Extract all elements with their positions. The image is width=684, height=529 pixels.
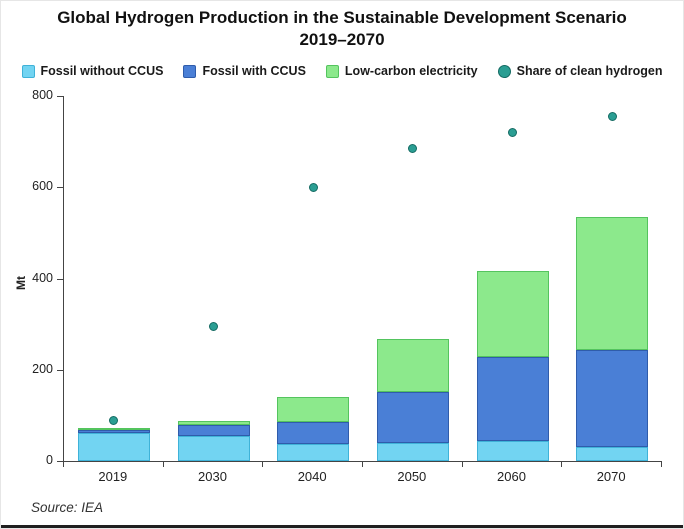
bar-segment-fossil-with-ccus [377, 392, 449, 443]
y-tick-label: 600 [17, 179, 53, 193]
chart-title: Global Hydrogen Production in the Sustai… [1, 7, 683, 52]
bar-segment-fossil-without-ccus [576, 447, 648, 461]
legend-item-fossil-without-ccus: Fossil without CCUS [22, 64, 164, 78]
scatter-dot-share-of-clean-hydrogen [109, 416, 118, 425]
legend-label-low-carbon-electricity: Low-carbon electricity [345, 64, 478, 78]
chart-title-line2: 2019–2070 [1, 29, 683, 51]
bar-segment-fossil-without-ccus [277, 444, 349, 461]
x-tick-label-2019: 2019 [68, 469, 158, 484]
bar-segment-fossil-without-ccus [477, 441, 549, 461]
legend-swatch-fossil-without-ccus-icon [22, 65, 35, 78]
chart-figure: Global Hydrogen Production in the Sustai… [0, 0, 684, 529]
legend-item-fossil-with-ccus: Fossil with CCUS [183, 64, 305, 78]
bar-segment-fossil-with-ccus [277, 422, 349, 444]
x-tick-label-2030: 2030 [168, 469, 258, 484]
y-tick-label: 400 [17, 271, 53, 285]
bottom-divider [1, 525, 683, 528]
legend-item-low-carbon-electricity: Low-carbon electricity [326, 64, 478, 78]
scatter-dot-share-of-clean-hydrogen [608, 112, 617, 121]
scatter-dot-share-of-clean-hydrogen [408, 144, 417, 153]
bar-segment-fossil-with-ccus [477, 357, 549, 441]
scatter-dot-share-of-clean-hydrogen [209, 322, 218, 331]
x-tick-label-2070: 2070 [566, 469, 656, 484]
x-tick-label-2060: 2060 [467, 469, 557, 484]
bar-segment-low-carbon-electricity [178, 421, 250, 425]
bar-segment-fossil-without-ccus [377, 443, 449, 461]
legend-label-fossil-with-ccus: Fossil with CCUS [202, 64, 305, 78]
plot-area [63, 96, 662, 462]
bar-segment-fossil-without-ccus [178, 436, 250, 461]
y-tick-label: 200 [17, 362, 53, 376]
y-tick-label: 0 [17, 453, 53, 467]
legend-label-fossil-without-ccus: Fossil without CCUS [41, 64, 164, 78]
bar-segment-low-carbon-electricity [377, 339, 449, 392]
legend-item-share-of-clean-hydrogen: Share of clean hydrogen [498, 64, 663, 78]
scatter-dot-share-of-clean-hydrogen [309, 183, 318, 192]
bar-segment-fossil-with-ccus [78, 430, 150, 432]
legend: Fossil without CCUS Fossil with CCUS Low-c… [1, 64, 683, 78]
bar-segment-low-carbon-electricity [477, 271, 549, 358]
bar-segment-fossil-with-ccus [576, 350, 648, 448]
legend-label-share-of-clean-hydrogen: Share of clean hydrogen [517, 64, 663, 78]
legend-swatch-fossil-with-ccus-icon [183, 65, 196, 78]
bar-segment-low-carbon-electricity [277, 397, 349, 422]
x-tick-label-2040: 2040 [267, 469, 357, 484]
legend-swatch-low-carbon-electricity-icon [326, 65, 339, 78]
bar-segment-fossil-without-ccus [78, 433, 150, 461]
x-tick-label-2050: 2050 [367, 469, 457, 484]
chart-title-line1: Global Hydrogen Production in the Sustai… [1, 7, 683, 29]
bar-segment-low-carbon-electricity [78, 428, 150, 430]
scatter-dot-share-of-clean-hydrogen [508, 128, 517, 137]
legend-swatch-share-of-clean-hydrogen-icon [498, 65, 511, 78]
source-caption: Source: IEA [31, 500, 103, 515]
bar-segment-fossil-with-ccus [178, 425, 250, 436]
y-tick-label: 800 [17, 88, 53, 102]
bar-segment-low-carbon-electricity [576, 217, 648, 350]
